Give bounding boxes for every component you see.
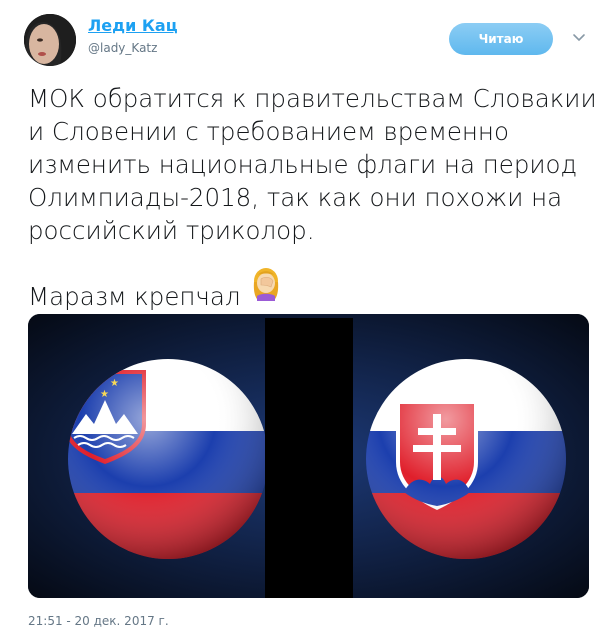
user-handle[interactable]: @lady_Katz (88, 41, 157, 55)
attached-image[interactable]: ★ ★ ★ (28, 314, 589, 598)
redaction-bar (265, 318, 353, 598)
tweet-text: МОК обратится к правительствам Словакии … (28, 84, 597, 311)
facepalm-emoji-icon (251, 265, 281, 301)
display-name[interactable]: Леди Кац (88, 16, 178, 35)
chevron-down-icon[interactable] (569, 28, 589, 48)
flags-image: ★ ★ ★ (28, 314, 589, 598)
tweet-timestamp[interactable]: 21:51 - 20 дек. 2017 г. (28, 614, 169, 628)
avatar-image (24, 14, 76, 66)
avatar[interactable] (24, 14, 76, 66)
follow-button[interactable]: Читаю (449, 23, 553, 55)
tweet: Леди Кац @lady_Katz Читаю МОК обратится … (0, 0, 609, 638)
